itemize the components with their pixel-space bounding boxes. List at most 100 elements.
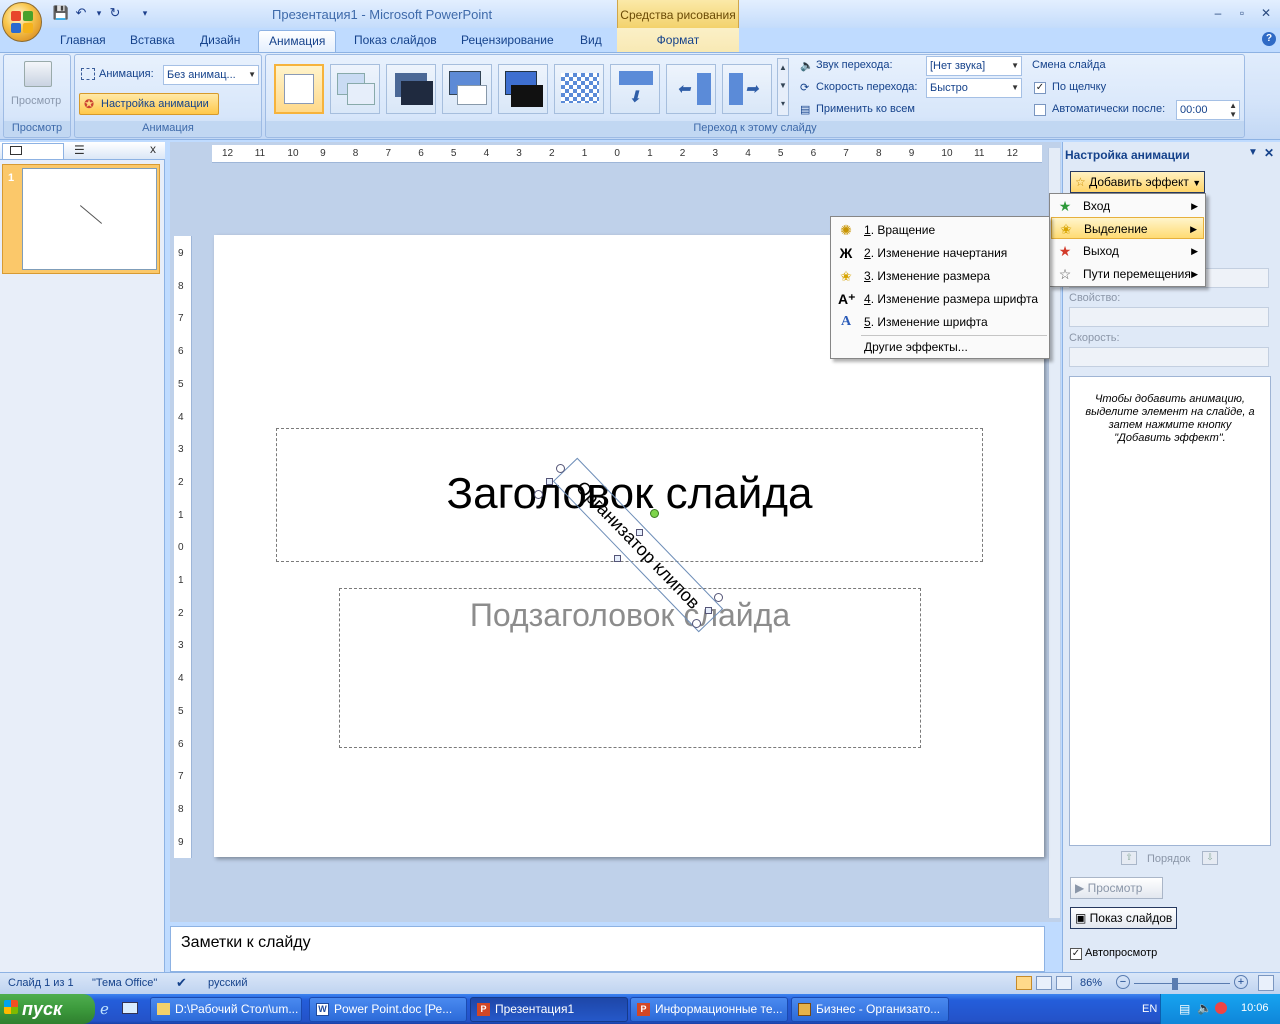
emphasis-more-effects[interactable]: Другие эффекты... bbox=[832, 336, 1048, 358]
tab-insert[interactable]: Вставка bbox=[120, 30, 185, 52]
slide-thumbnail[interactable] bbox=[22, 168, 157, 270]
normal-view-icon[interactable] bbox=[1016, 976, 1032, 990]
apply-all-button[interactable]: Применить ко всем bbox=[816, 103, 915, 115]
ie-icon[interactable]: ℯ bbox=[100, 1000, 109, 1018]
emphasis-change-font[interactable]: A 5. Изменение шрифта bbox=[832, 311, 1048, 333]
tab-slides[interactable] bbox=[2, 143, 64, 159]
transition-dissolve-thumb[interactable] bbox=[554, 64, 604, 114]
spellcheck-icon[interactable]: ✔ bbox=[176, 975, 187, 991]
menu-item-entrance[interactable]: ★ Вход ▶ bbox=[1051, 195, 1204, 217]
speed-select-value: Быстро bbox=[930, 82, 968, 94]
slideshow-button[interactable]: ▣ Показ слайдов bbox=[1070, 907, 1177, 929]
menu-item-label: Вход bbox=[1083, 199, 1111, 213]
tab-slideshow[interactable]: Показ слайдов bbox=[344, 30, 447, 52]
keyboard-language[interactable]: EN bbox=[1142, 1003, 1157, 1015]
sound-select[interactable]: [Нет звука] ▼ bbox=[926, 56, 1022, 76]
tab-home[interactable]: Главная bbox=[50, 30, 116, 52]
task-pane-options-icon[interactable]: ▼ bbox=[1248, 147, 1258, 158]
office-button[interactable] bbox=[2, 2, 42, 42]
notes-pane[interactable]: Заметки к слайду bbox=[170, 926, 1045, 972]
resize-handle[interactable] bbox=[705, 607, 712, 614]
move-up-icon: ⇧ bbox=[1121, 851, 1137, 865]
resize-handle[interactable] bbox=[714, 593, 723, 602]
custom-animation-button[interactable]: ✪ Настройка анимации bbox=[79, 93, 219, 115]
tab-outline[interactable]: ☰ bbox=[70, 143, 140, 159]
menu-item-exit[interactable]: ★ Выход ▶ bbox=[1051, 240, 1204, 262]
transition-cut-thumb[interactable] bbox=[442, 64, 492, 114]
transition-wipe-down-thumb[interactable]: ⬇ bbox=[610, 64, 660, 114]
show-desktop-icon[interactable] bbox=[122, 1002, 138, 1014]
ruler-tick-label: 9 bbox=[178, 836, 184, 848]
resize-handle[interactable] bbox=[692, 619, 701, 628]
resize-handle[interactable] bbox=[534, 490, 543, 499]
add-effect-button[interactable]: ☆ Добавить эффект ▼ bbox=[1070, 171, 1205, 193]
preview-button[interactable]: Просмотр bbox=[11, 95, 61, 107]
security-icon[interactable] bbox=[1215, 1002, 1227, 1014]
zoom-level[interactable]: 86% bbox=[1080, 977, 1102, 989]
auto-advance-checkbox[interactable] bbox=[1034, 104, 1046, 116]
minimize-button[interactable]: – bbox=[1208, 6, 1228, 22]
network-icon[interactable]: ▤ bbox=[1179, 1002, 1190, 1016]
menu-item-motion-paths[interactable]: ☆ Пути перемещения ▶ bbox=[1051, 263, 1204, 285]
transition-wipe-right-thumb[interactable]: ➡ bbox=[722, 64, 772, 114]
resize-handle[interactable] bbox=[546, 478, 553, 485]
taskbar-item-ppt2[interactable]: P Информационные те... bbox=[630, 997, 788, 1022]
animation-list[interactable]: Чтобы добавить анимацию, выделите элемен… bbox=[1069, 376, 1271, 846]
taskbar-item-clip-organizer[interactable]: Бизнес - Организато... bbox=[791, 997, 949, 1022]
task-pane-close-button[interactable]: ✕ bbox=[1264, 146, 1274, 160]
help-icon[interactable]: ? bbox=[1262, 32, 1276, 46]
tab-design[interactable]: Дизайн bbox=[190, 30, 250, 52]
taskbar-item-folder[interactable]: D:\Рабочий Стол\um... bbox=[150, 997, 302, 1022]
resize-handle[interactable] bbox=[556, 464, 565, 473]
transition-black-thumb[interactable] bbox=[386, 64, 436, 114]
auto-advance-time[interactable]: 00:00 ▲ ▼ bbox=[1176, 100, 1240, 120]
ruler-tick-label: 6 bbox=[178, 738, 184, 750]
slide-sorter-icon[interactable] bbox=[1036, 976, 1052, 990]
autopreview-checkbox[interactable]: ✓ bbox=[1070, 948, 1082, 960]
zoom-out-icon[interactable]: − bbox=[1116, 975, 1130, 989]
menu-item-label: . Изменение размера шрифта bbox=[870, 292, 1039, 306]
on-click-checkbox[interactable]: ✓ bbox=[1034, 82, 1046, 94]
zoom-slider[interactable] bbox=[1134, 983, 1230, 984]
tab-review[interactable]: Рецензирование bbox=[451, 30, 564, 52]
rotation-handle[interactable] bbox=[650, 509, 659, 518]
slides-pane-close-button[interactable]: x bbox=[150, 142, 156, 156]
emphasis-change-style[interactable]: Ж 2. Изменение начертания bbox=[832, 242, 1048, 264]
close-button[interactable]: ✕ bbox=[1256, 6, 1276, 22]
subtitle-placeholder[interactable]: Подзаголовок слайда bbox=[339, 588, 921, 748]
tab-format[interactable]: Формат bbox=[617, 28, 739, 52]
tab-view[interactable]: Вид bbox=[570, 30, 612, 52]
undo-icon[interactable]: ↶ bbox=[72, 5, 90, 21]
resize-handle[interactable] bbox=[614, 555, 621, 562]
zoom-in-icon[interactable]: + bbox=[1234, 975, 1248, 989]
transition-gallery-scroll[interactable]: ▲ ▼ ▾ bbox=[777, 58, 789, 116]
add-effect-label: Добавить эффект bbox=[1089, 175, 1189, 189]
taskbar-item-powerpoint[interactable]: P Презентация1 bbox=[470, 997, 628, 1022]
customize-qat-icon[interactable]: ▾ bbox=[136, 5, 154, 21]
zoom-slider-thumb[interactable] bbox=[1172, 978, 1178, 990]
resize-handle[interactable] bbox=[636, 529, 643, 536]
save-icon[interactable]: 💾 bbox=[52, 5, 70, 21]
ruler-tick-label: 1 bbox=[647, 148, 653, 159]
slideshow-view-icon[interactable] bbox=[1056, 976, 1072, 990]
taskbar-item-word[interactable]: W Power Point.doc [Ре... bbox=[309, 997, 467, 1022]
transition-wipe-left-thumb[interactable]: ⬅ bbox=[666, 64, 716, 114]
transition-none-thumb[interactable] bbox=[274, 64, 324, 114]
redo-icon[interactable]: ↻ bbox=[106, 5, 124, 21]
volume-icon[interactable]: 🔈 bbox=[1197, 1001, 1212, 1015]
speed-select[interactable]: Быстро ▼ bbox=[926, 78, 1022, 98]
menu-item-emphasis[interactable]: ✬ Выделение ▶ bbox=[1051, 217, 1204, 239]
fit-to-window-icon[interactable] bbox=[1258, 975, 1274, 991]
tab-animation[interactable]: Анимация bbox=[258, 30, 337, 52]
emphasis-icon: ✬ bbox=[1060, 221, 1072, 237]
ruler-tick-label: 3 bbox=[712, 148, 719, 159]
emphasis-grow-shrink[interactable]: ✬ 3. Изменение размера bbox=[832, 265, 1048, 287]
transition-cut-black-thumb[interactable] bbox=[498, 64, 548, 114]
menu-accelerator: 3 bbox=[864, 269, 871, 283]
restore-button[interactable]: ▫ bbox=[1232, 6, 1252, 22]
emphasis-font-size[interactable]: A⁺ 4. Изменение размера шрифта bbox=[832, 288, 1048, 310]
transition-fade-thumb[interactable] bbox=[330, 64, 380, 114]
emphasis-spin[interactable]: ✺ 1. Вращение bbox=[832, 219, 1048, 241]
animation-select[interactable]: Без анимац... ▼ bbox=[163, 65, 259, 85]
start-button[interactable]: пуск bbox=[0, 994, 95, 1024]
